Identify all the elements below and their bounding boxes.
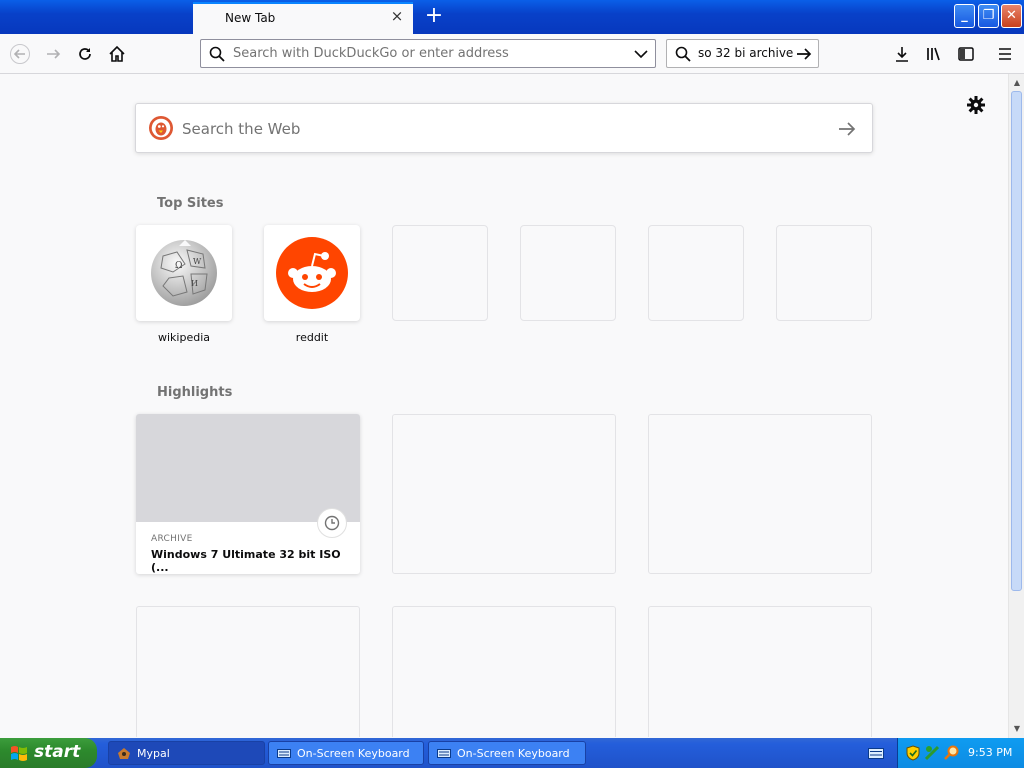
mypal-icon (118, 748, 130, 759)
top-site-empty-slot (776, 225, 872, 321)
library-button[interactable] (922, 42, 946, 66)
reddit-alien-icon (276, 237, 348, 309)
chevron-down-icon[interactable] (634, 48, 648, 60)
search-icon (209, 46, 225, 62)
svg-text:И: И (191, 279, 198, 288)
url-bar[interactable] (200, 39, 656, 68)
forward-button[interactable] (41, 42, 65, 66)
highlight-empty-slot (136, 606, 360, 737)
reload-button[interactable] (73, 42, 97, 66)
scroll-down-arrow-icon[interactable]: ▼ (1010, 722, 1024, 736)
restore-button[interactable]: ❐ (978, 4, 999, 28)
back-button[interactable] (8, 42, 32, 66)
highlight-empty-slot (392, 414, 616, 574)
top-site-tile-reddit[interactable] (264, 225, 360, 321)
menu-button[interactable] (993, 42, 1017, 66)
nav-toolbar: so 32 bi archive (0, 34, 1024, 74)
sidebar-button[interactable] (954, 42, 978, 66)
top-site-empty-slot (392, 225, 488, 321)
reload-icon (79, 48, 91, 60)
taskbar: start Mypal On-Screen Keyboard On-Screen… (0, 738, 1024, 768)
top-site-label-wikipedia: wikipedia (157, 331, 210, 344)
taskbar-item-label: On-Screen Keyboard (297, 747, 410, 760)
hamburger-menu-icon (999, 48, 1011, 60)
back-arrow-icon (10, 44, 30, 64)
download-icon (896, 47, 908, 62)
network-icon[interactable] (925, 745, 939, 761)
close-icon: ✕ (1006, 8, 1017, 23)
windows-logo-icon (11, 746, 27, 761)
home-icon (109, 45, 125, 62)
highlight-card[interactable]: ARCHIVE Windows 7 Ultimate 32 bit ISO (.… (136, 414, 360, 574)
highlight-empty-slot (648, 414, 872, 574)
start-label: start (34, 742, 81, 762)
vertical-scrollbar[interactable]: ▲ ▼ (1008, 74, 1024, 738)
search-bar[interactable]: so 32 bi archive (666, 39, 819, 68)
library-icon (927, 47, 940, 61)
home-button[interactable] (105, 42, 129, 66)
tab-title: New Tab (225, 11, 276, 25)
minimize-button[interactable]: _ (954, 4, 975, 28)
top-site-label-reddit: reddit (295, 331, 329, 344)
highlight-card-image (136, 414, 360, 522)
keyboard-icon (437, 749, 451, 758)
top-site-empty-slot (520, 225, 616, 321)
downloads-button[interactable] (890, 42, 914, 66)
title-bar: New Tab × + _ ❐ ✕ (0, 0, 1024, 34)
keyboard-tray-icon[interactable] (868, 747, 884, 760)
search-icon (675, 46, 691, 62)
search-input[interactable]: so 32 bi archive (698, 46, 793, 60)
restore-icon: ❐ (982, 8, 995, 23)
clock: 9:53 PM (968, 746, 1013, 759)
wikipedia-globe-icon: Ω W И (151, 240, 217, 306)
highlight-empty-slot (392, 606, 616, 737)
security-shield-icon[interactable] (906, 745, 920, 761)
tab-new-tab[interactable]: New Tab × (193, 2, 413, 34)
svg-text:W: W (193, 257, 202, 266)
svg-text:Ω: Ω (175, 261, 182, 271)
forward-arrow-icon (47, 49, 61, 59)
highlight-card-context: ARCHIVE (151, 534, 193, 544)
magnifier-icon[interactable] (944, 745, 960, 761)
clock-icon (317, 508, 347, 538)
taskbar-item-on-screen-keyboard[interactable]: On-Screen Keyboard (268, 741, 424, 765)
highlight-card-title: Windows 7 Ultimate 32 bit ISO (... (151, 548, 341, 574)
top-sites-title: Top Sites (157, 196, 224, 211)
taskbar-item-label: Mypal (137, 747, 170, 760)
taskbar-item-on-screen-keyboard[interactable]: On-Screen Keyboard (428, 741, 586, 765)
new-tab-page: Search the Web Top Sites Ω W И wikipedia… (0, 75, 1008, 737)
search-arrow-icon[interactable] (838, 121, 856, 137)
highlights-title: Highlights (157, 385, 233, 400)
new-tab-button[interactable]: + (423, 5, 445, 27)
minimize-icon: _ (961, 8, 968, 23)
taskbar-item-mypal[interactable]: Mypal (108, 741, 265, 765)
web-search-box[interactable]: Search the Web (135, 103, 873, 153)
top-site-tile-wikipedia[interactable]: Ω W И (136, 225, 232, 321)
web-search-placeholder: Search the Web (182, 120, 301, 138)
url-input[interactable] (233, 46, 613, 61)
keyboard-icon (277, 749, 291, 758)
system-tray: 9:53 PM (897, 738, 1024, 768)
highlight-empty-slot (648, 606, 872, 737)
top-site-empty-slot (648, 225, 744, 321)
duckduckgo-logo-icon (149, 116, 173, 140)
go-arrow-icon[interactable] (796, 47, 812, 61)
scroll-up-arrow-icon[interactable]: ▲ (1010, 76, 1024, 90)
sidebar-icon (958, 47, 974, 61)
gear-icon[interactable] (966, 95, 986, 115)
tab-close-icon[interactable]: × (389, 8, 405, 24)
close-window-button[interactable]: ✕ (1001, 4, 1022, 28)
start-button[interactable]: start (0, 738, 97, 768)
scroll-thumb[interactable] (1011, 91, 1022, 591)
taskbar-item-label: On-Screen Keyboard (457, 747, 570, 760)
